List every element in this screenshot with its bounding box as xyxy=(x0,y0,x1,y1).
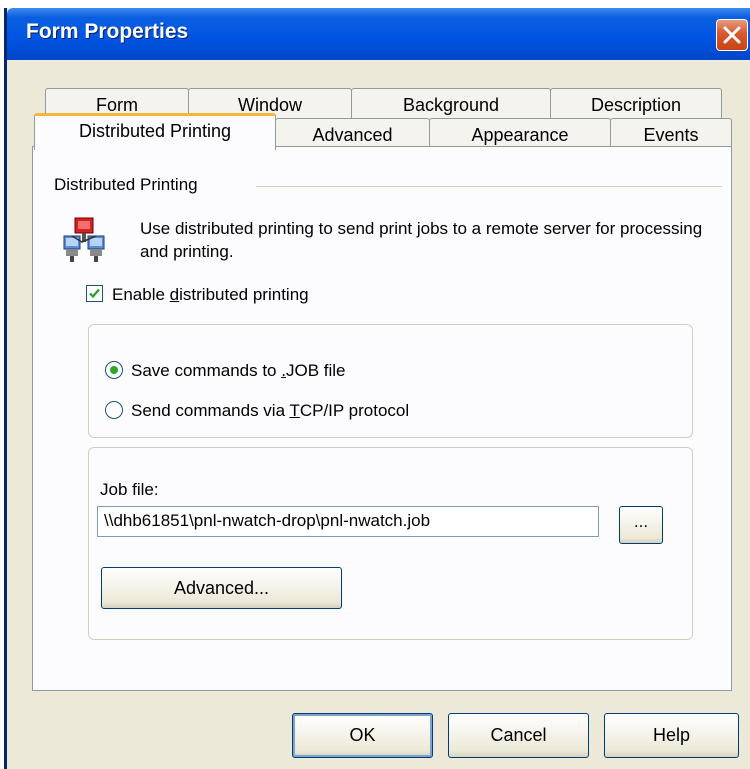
enable-distributed-printing-label[interactable]: Enable distributed printing xyxy=(112,285,309,305)
tab-label: Window xyxy=(237,95,303,115)
close-icon xyxy=(723,26,741,44)
window-title: Form Properties xyxy=(26,20,189,43)
job-file-label: Job file: xyxy=(100,480,159,499)
title-bar[interactable]: Form Properties xyxy=(7,8,750,60)
tab-description[interactable]: Description xyxy=(550,88,722,121)
accelerator-key: d xyxy=(169,285,180,304)
label-text: Enable xyxy=(112,285,170,304)
job-file-input[interactable]: \\dhb61851\pnl-nwatch-drop\pnl-nwatch.jo… xyxy=(97,506,599,537)
tab-label: Form xyxy=(96,95,138,115)
checkmark-icon xyxy=(89,288,100,299)
label-text: JOB file xyxy=(285,361,346,380)
network-printer-icon xyxy=(63,217,105,262)
label-text: CP/IP protocol xyxy=(299,401,410,420)
send-via-tcpip-label[interactable]: Send commands via TCP/IP protocol xyxy=(131,401,409,421)
tab-label: Description xyxy=(590,95,682,115)
browse-button[interactable]: ... xyxy=(619,506,663,544)
tab-label: Background xyxy=(402,95,500,115)
cancel-button[interactable]: Cancel xyxy=(448,713,589,758)
ok-button[interactable]: OK xyxy=(292,713,433,758)
tab-label: Events xyxy=(643,125,699,145)
tab-background[interactable]: Background xyxy=(351,88,551,121)
advanced-button[interactable]: Advanced... xyxy=(101,567,342,609)
save-to-job-label[interactable]: Save commands to .JOB file xyxy=(131,361,346,381)
accelerator-key: T xyxy=(289,401,300,420)
enable-distributed-printing-checkbox[interactable] xyxy=(86,285,103,302)
tab-distributed-printing[interactable]: Distributed Printing xyxy=(34,113,276,150)
tab-label: Distributed Printing xyxy=(78,121,232,141)
save-to-job-radio[interactable] xyxy=(105,361,123,379)
label-text: istributed printing xyxy=(179,285,309,304)
label-text: Save commands to xyxy=(131,361,282,380)
tab-label: Advanced xyxy=(312,125,393,145)
help-button[interactable]: Help xyxy=(604,713,739,758)
tab-label: Appearance xyxy=(471,125,569,145)
job-file-group-box xyxy=(88,447,693,640)
description-text: Use distributed printing to send print j… xyxy=(140,219,703,261)
close-button[interactable] xyxy=(716,19,748,51)
radio-dot xyxy=(110,366,118,374)
group-title: Distributed Printing xyxy=(54,175,198,194)
label-text: Send commands via xyxy=(131,401,290,420)
send-via-tcpip-radio[interactable] xyxy=(105,401,123,419)
group-divider xyxy=(256,186,722,187)
